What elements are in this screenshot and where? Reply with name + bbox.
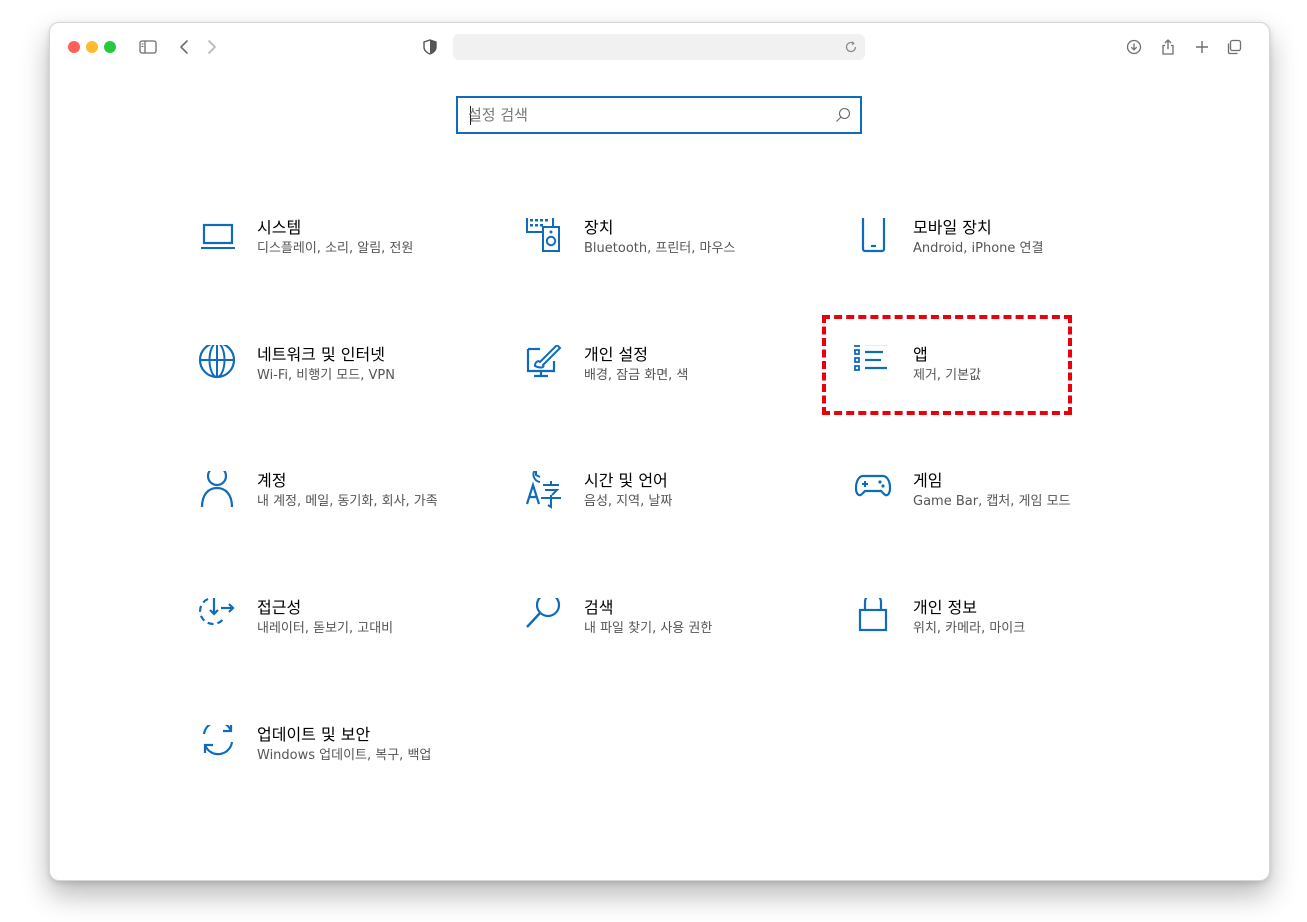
tile-description: 배경, 잠금 화면, 색 — [584, 368, 689, 383]
close-window-button[interactable] — [68, 41, 80, 53]
tile-description: 음성, 지역, 날짜 — [584, 494, 673, 509]
address-bar[interactable] — [453, 34, 865, 60]
tile-title: 검색 — [584, 598, 614, 617]
reload-icon[interactable] — [843, 39, 859, 55]
downloads-icon[interactable] — [1122, 35, 1146, 59]
share-icon[interactable] — [1156, 35, 1180, 59]
tile-title: 앱 — [913, 345, 928, 364]
tile-description: 제거, 기본값 — [913, 368, 982, 383]
gamepad-icon — [853, 471, 893, 511]
tile-title: 업데이트 및 보안 — [257, 725, 371, 744]
tile-update-security[interactable]: 업데이트 및 보안 Windows 업데이트, 복구, 백업 — [197, 720, 487, 795]
tile-apps[interactable]: 앱 제거, 기본값 — [853, 341, 1143, 415]
tile-title: 네트워크 및 인터넷 — [257, 345, 385, 364]
tile-devices[interactable]: 장치 Bluetooth, 프린터, 마우스 — [524, 215, 814, 288]
keyboard-speaker-icon — [524, 215, 564, 258]
tile-title: 모바일 장치 — [913, 218, 992, 237]
search-icon — [524, 592, 564, 638]
sync-icon — [197, 720, 237, 765]
tile-personalization[interactable]: 개인 설정 배경, 잠금 화면, 색 — [524, 343, 814, 415]
tile-title: 시스템 — [257, 218, 302, 237]
zoom-window-button[interactable] — [104, 41, 116, 53]
accessibility-icon — [197, 595, 237, 638]
time-language-icon — [524, 466, 564, 511]
browser-window: 시스템 디스플레이, 소리, 알림, 전원 장치 Bluetooth, 프린터,… — [49, 22, 1270, 881]
tile-title: 개인 정보 — [913, 598, 977, 617]
minimize-window-button[interactable] — [86, 41, 98, 53]
tile-title: 계정 — [257, 471, 287, 490]
tile-description: 내 파일 찾기, 사용 권한 — [584, 621, 713, 636]
apps-list-icon — [853, 341, 893, 385]
globe-icon — [197, 341, 237, 385]
tile-description: Android, iPhone 연결 — [913, 241, 1044, 256]
tile-description: 내레이터, 돋보기, 고대비 — [257, 621, 394, 636]
tile-description: Bluetooth, 프린터, 마우스 — [584, 241, 736, 256]
tile-privacy[interactable]: 개인 정보 위치, 카메라, 마이크 — [853, 592, 1143, 668]
lock-icon — [853, 592, 893, 638]
privacy-shield-icon[interactable] — [418, 35, 442, 59]
tile-system[interactable]: 시스템 디스플레이, 소리, 알림, 전원 — [197, 218, 487, 288]
person-icon — [197, 465, 237, 511]
tile-title: 장치 — [584, 218, 614, 237]
back-icon[interactable] — [172, 35, 196, 59]
tile-accessibility[interactable]: 접근성 내레이터, 돋보기, 고대비 — [197, 595, 487, 668]
new-tab-icon[interactable] — [1190, 35, 1214, 59]
tile-description: Windows 업데이트, 복구, 백업 — [257, 748, 432, 763]
tile-description: Game Bar, 캡처, 게임 모드 — [913, 494, 1071, 509]
phone-icon — [853, 213, 893, 258]
search-input[interactable] — [468, 98, 828, 132]
tile-title: 게임 — [913, 471, 943, 490]
browser-toolbar — [50, 23, 1269, 71]
tile-description: 디스플레이, 소리, 알림, 전원 — [257, 241, 414, 256]
tile-description: Wi-Fi, 비행기 모드, VPN — [257, 368, 395, 383]
search-icon[interactable] — [834, 106, 852, 124]
tile-title: 개인 설정 — [584, 345, 648, 364]
tile-network-internet[interactable]: 네트워크 및 인터넷 Wi-Fi, 비행기 모드, VPN — [197, 341, 487, 415]
laptop-icon — [197, 218, 237, 258]
tile-accounts[interactable]: 계정 내 계정, 메일, 동기화, 회사, 가족 — [197, 465, 487, 541]
tile-description: 위치, 카메라, 마이크 — [913, 621, 1026, 636]
settings-search-box[interactable] — [456, 96, 862, 134]
tile-title: 접근성 — [257, 598, 302, 617]
tile-title: 시간 및 언어 — [584, 471, 668, 490]
tile-mobile-devices[interactable]: 모바일 장치 Android, iPhone 연결 — [853, 213, 1143, 288]
sidebar-toggle-icon[interactable] — [136, 35, 160, 59]
forward-icon[interactable] — [200, 35, 224, 59]
tile-description: 내 계정, 메일, 동기화, 회사, 가족 — [257, 494, 438, 509]
tab-overview-icon[interactable] — [1222, 35, 1246, 59]
tile-search[interactable]: 검색 내 파일 찾기, 사용 권한 — [524, 592, 814, 668]
tile-time-language[interactable]: 시간 및 언어 음성, 지역, 날짜 — [524, 466, 814, 541]
tile-gaming[interactable]: 게임 Game Bar, 캡처, 게임 모드 — [853, 471, 1143, 541]
brush-monitor-icon — [524, 343, 564, 385]
